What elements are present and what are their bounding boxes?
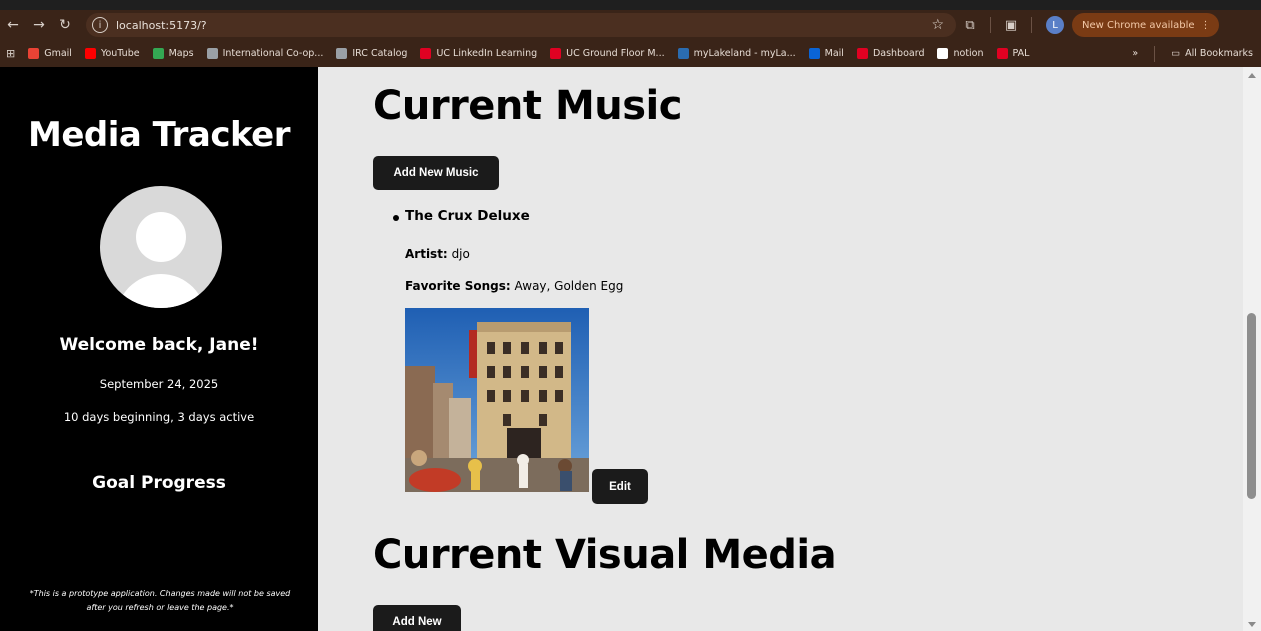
list-bullet — [393, 215, 399, 221]
bookmark-item[interactable]: UC LinkedIn Learning — [420, 48, 537, 59]
bookmark-item[interactable]: notion — [937, 48, 984, 59]
music-heading: Current Music — [373, 83, 682, 129]
profile-avatar[interactable]: L — [1046, 16, 1064, 34]
chrome-update-button[interactable]: New Chrome available ⋮ — [1072, 13, 1219, 37]
maps-icon — [152, 48, 164, 59]
artist-label: Artist: — [405, 247, 448, 261]
folder-icon: ▭ — [1171, 48, 1181, 59]
prototype-disclaimer: *This is a prototype application. Change… — [29, 589, 291, 612]
favorite-songs-field: Favorite Songs: Away, Golden Egg — [405, 279, 623, 293]
bookmark-item[interactable]: Gmail — [28, 48, 72, 59]
toolbar-divider — [1154, 45, 1156, 62]
bookmark-item[interactable]: International Co-op... — [206, 48, 324, 59]
tab-search-icon[interactable]: ▣ — [997, 18, 1025, 33]
lakeland-icon — [677, 48, 689, 59]
bookmark-label: Maps — [168, 48, 194, 59]
bookmark-item[interactable]: Dashboard — [856, 48, 925, 59]
scroll-thumb[interactable] — [1247, 313, 1256, 499]
visual-media-heading: Current Visual Media — [373, 532, 837, 578]
favorite-songs-value: Away, Golden Egg — [514, 279, 624, 293]
scroll-up-arrow-icon[interactable] — [1248, 73, 1256, 78]
bookmark-label: Gmail — [44, 48, 72, 59]
album-cover-image — [405, 308, 589, 492]
uc-icon — [420, 48, 432, 59]
add-new-music-button[interactable]: Add New Music — [373, 156, 499, 190]
bookmarks-overflow-button[interactable]: » — [1132, 48, 1138, 59]
apps-grid-icon[interactable]: ⊞ — [6, 47, 15, 60]
uc-icon — [550, 48, 562, 59]
album-title: The Crux Deluxe — [405, 208, 530, 224]
browser-toolbar: ← → ↻ i localhost:5173/? ☆ ⧉ ▣ L New Chr… — [0, 10, 1261, 40]
bookmark-item[interactable]: Maps — [152, 48, 194, 59]
bookmark-label: Dashboard — [872, 48, 925, 59]
avatar-head — [136, 212, 186, 262]
add-new-visual-button[interactable]: Add New — [373, 605, 461, 631]
bookmark-label: IRC Catalog — [352, 48, 408, 59]
current-date: September 24, 2025 — [99, 377, 219, 391]
globe-icon — [336, 48, 348, 59]
bookmark-label: myLakeland - myLa... — [693, 48, 796, 59]
bookmark-label: UC Ground Floor M... — [566, 48, 665, 59]
bookmark-item[interactable]: myLakeland - myLa... — [677, 48, 796, 59]
all-bookmarks-button[interactable]: ▭ All Bookmarks — [1171, 48, 1253, 59]
uc-icon — [856, 48, 868, 59]
bookmarks-bar: ⊞ Gmail YouTube Maps International Co-op...… — [0, 40, 1261, 67]
main-content: Current Music Add New Music The Crux Del… — [318, 67, 1243, 631]
address-bar[interactable]: i localhost:5173/? ☆ — [86, 13, 956, 37]
bookmark-item[interactable]: Mail — [808, 48, 844, 59]
toolbar-divider — [990, 17, 991, 33]
all-bookmarks-label: All Bookmarks — [1185, 48, 1253, 59]
more-menu-icon: ⋮ — [1200, 19, 1211, 31]
artist-value: djo — [451, 247, 470, 261]
goal-progress-heading: Goal Progress — [92, 473, 226, 493]
bookmark-label: Mail — [824, 48, 844, 59]
youtube-icon — [84, 48, 96, 59]
bookmark-label: UC LinkedIn Learning — [436, 48, 538, 59]
avatar-body — [116, 274, 206, 308]
bookmark-item[interactable]: UC Ground Floor M... — [550, 48, 665, 59]
edit-button[interactable]: Edit — [592, 469, 648, 504]
back-icon[interactable]: ← — [0, 12, 26, 38]
bookmark-label: YouTube — [100, 48, 140, 59]
reload-icon[interactable]: ↻ — [52, 12, 78, 38]
bookmark-label: International Co-op... — [222, 48, 324, 59]
page-scrollbar[interactable] — [1243, 67, 1261, 631]
scroll-down-arrow-icon[interactable] — [1248, 622, 1256, 627]
user-avatar — [100, 186, 222, 308]
bookmark-item[interactable]: PAL — [996, 48, 1030, 59]
sidebar: Media Tracker Welcome back, Jane! Septem… — [0, 67, 318, 631]
bookmark-item[interactable]: IRC Catalog — [336, 48, 407, 59]
globe-icon — [206, 48, 218, 59]
site-info-icon[interactable]: i — [92, 17, 108, 33]
artist-field: Artist: djo — [405, 247, 470, 261]
app-title: Media Tracker — [27, 115, 291, 155]
streak-text: 10 days beginning, 3 days active — [63, 410, 255, 424]
bookmark-star-icon[interactable]: ☆ — [931, 17, 944, 33]
forward-icon[interactable]: → — [26, 12, 52, 38]
bookmark-label: notion — [953, 48, 984, 59]
bookmark-item[interactable]: YouTube — [84, 48, 140, 59]
toolbar-divider — [1031, 17, 1032, 33]
welcome-message: Welcome back, Jane! — [59, 335, 259, 355]
notion-icon — [937, 48, 949, 59]
chrome-update-label: New Chrome available — [1082, 19, 1195, 31]
gmail-icon — [28, 48, 40, 59]
album-cover-art — [405, 308, 589, 492]
favorite-songs-label: Favorite Songs: — [405, 279, 511, 293]
uc-icon — [996, 48, 1008, 59]
extensions-icon[interactable]: ⧉ — [956, 18, 984, 33]
bookmark-label: PAL — [1012, 48, 1030, 59]
url-text: localhost:5173/? — [116, 18, 207, 32]
outlook-icon — [808, 48, 820, 59]
